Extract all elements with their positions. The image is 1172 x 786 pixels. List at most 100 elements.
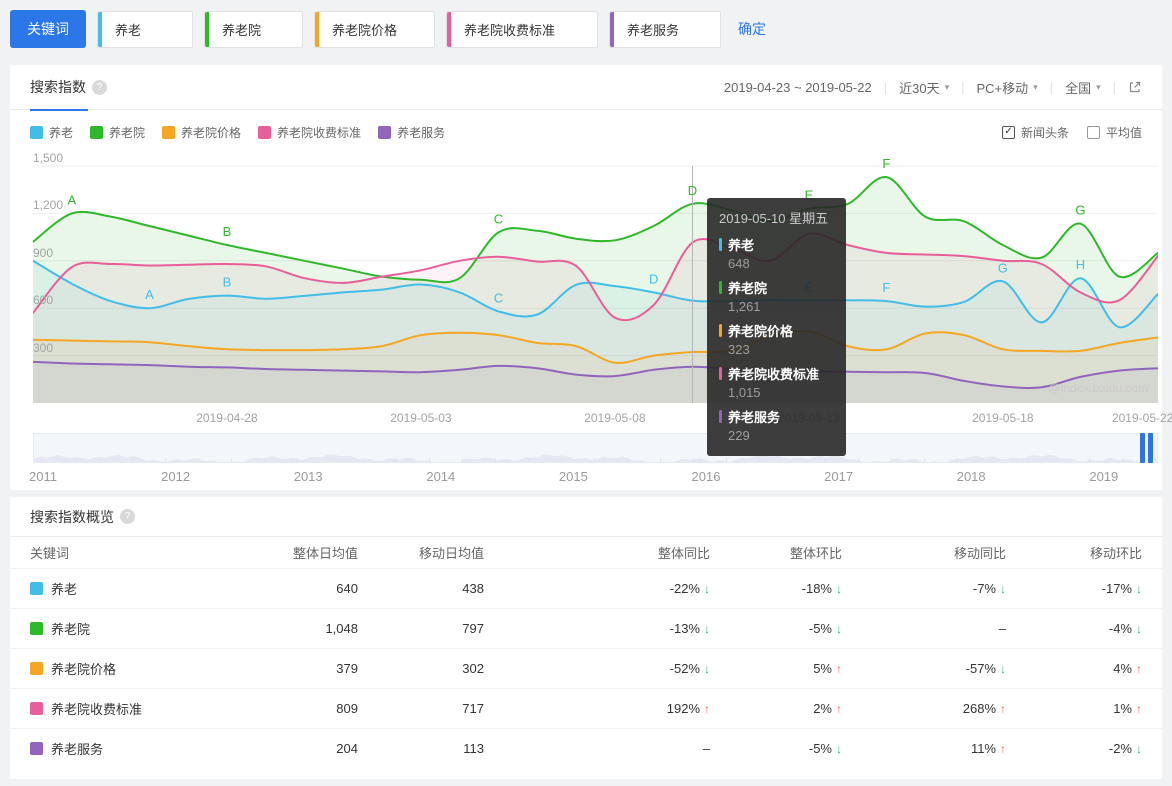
legend-item[interactable]: 养老服务: [378, 124, 445, 141]
timeline-year: 2012: [161, 469, 191, 484]
news-marker-C[interactable]: C: [494, 290, 503, 305]
help-icon[interactable]: ?: [120, 509, 135, 524]
legend-item[interactable]: 养老: [30, 124, 73, 141]
tooltip-color-bar: [719, 367, 722, 380]
keyword-swatch: [30, 622, 43, 635]
legend-item[interactable]: 养老院价格: [162, 124, 241, 141]
news-marker-D[interactable]: D: [688, 183, 697, 198]
table-row[interactable]: 养老服务 204 113 – -5% ↓ 11% ↑ -2% ↓: [10, 728, 1162, 768]
pct-value: -18%: [801, 581, 832, 596]
y-axis-label: 300: [33, 340, 54, 355]
help-icon[interactable]: ?: [92, 79, 107, 95]
keyword-cell: 养老服务: [30, 739, 270, 758]
confirm-button[interactable]: 确定: [738, 19, 766, 39]
device-select[interactable]: PC+移动 ▾: [976, 78, 1037, 97]
arrow-down-icon: ↓: [1136, 742, 1142, 756]
slider-handle-left[interactable]: [1140, 433, 1145, 463]
keyword-input[interactable]: 养老院: [204, 10, 303, 48]
tooltip-item: 养老院收费标准 1,015: [719, 364, 834, 400]
news-marker-F[interactable]: F: [882, 280, 890, 295]
mobile-mom-cell: -17% ↓: [1006, 581, 1142, 596]
tooltip-value: 323: [728, 342, 750, 357]
tooltip-name-text: 养老: [728, 238, 755, 253]
mobile-avg-cell: 438: [462, 581, 484, 596]
mobile-mom-cell: -2% ↓: [1006, 741, 1142, 756]
pct-value: 268%: [962, 701, 996, 716]
news-headline-toggle[interactable]: ✓ 新闻头条: [1001, 124, 1069, 141]
table-header-row: 关键词 整体日均值 移动日均值 整体同比 整体环比 移动同比 移动环比: [10, 537, 1162, 568]
news-marker-C[interactable]: C: [494, 211, 503, 226]
keyword-input[interactable]: 养老院价格: [314, 10, 435, 48]
mobile-mom-cell: 4% ↑: [1006, 661, 1142, 676]
col-header-mobile-avg: 移动日均值: [418, 546, 484, 561]
news-marker-A[interactable]: A: [67, 192, 76, 207]
region-select[interactable]: 全国 ▾: [1065, 78, 1101, 97]
news-marker-A[interactable]: A: [145, 287, 154, 302]
overall-avg-cell: 204: [336, 741, 358, 756]
pct-value: –: [702, 741, 710, 756]
x-axis-label: 2019-05-03: [390, 411, 452, 425]
arrow-down-icon: ↓: [1136, 622, 1142, 636]
news-marker-D[interactable]: D: [649, 271, 658, 286]
divider: |: [961, 79, 965, 95]
slider-handle-right[interactable]: [1148, 433, 1153, 463]
keyword-name: 养老院价格: [51, 662, 117, 677]
news-marker-B[interactable]: B: [223, 224, 232, 239]
timeline-year: 2014: [426, 469, 456, 484]
y-axis-label: 1,500: [33, 151, 64, 165]
table-row[interactable]: 养老院收费标准 809 717 192% ↑ 2% ↑ 268% ↑ 1% ↑: [10, 688, 1162, 728]
chart-filters: 2019-04-23 ~ 2019-05-22 | 近30天 ▾ | PC+移动…: [724, 78, 1142, 97]
tooltip-value: 229: [728, 428, 750, 443]
timeline-year: 2017: [824, 469, 854, 484]
tooltip-color-bar: [719, 324, 722, 337]
time-range-select[interactable]: 近30天 ▾: [899, 78, 949, 97]
tooltip-item: 养老服务 229: [719, 407, 834, 443]
table-row[interactable]: 养老 640 438 -22% ↓ -18% ↓ -7% ↓ -17% ↓: [10, 568, 1162, 608]
keyword-swatch: [30, 662, 43, 675]
legend-label: 养老院价格: [181, 125, 242, 140]
table-row[interactable]: 养老院 1,048 797 -13% ↓ -5% ↓ – -4% ↓: [10, 608, 1162, 648]
news-marker-G[interactable]: G: [998, 260, 1008, 275]
tab-search-index[interactable]: 搜索指数 ?: [30, 65, 107, 111]
mobile-mom-cell: 1% ↑: [1006, 701, 1142, 716]
checkbox-average[interactable]: [1086, 125, 1100, 139]
arrow-up-icon: ↑: [1136, 662, 1142, 676]
mobile-yoy-cell: –: [842, 621, 1006, 636]
keyword-text: 养老服务: [627, 22, 680, 38]
checkbox-news[interactable]: ✓: [1001, 125, 1015, 139]
col-header-overall-mom: 整体环比: [789, 546, 842, 561]
legend-item[interactable]: 养老院收费标准: [258, 124, 361, 141]
keyword-inputs: 养老 养老院 养老院价格 养老院收费标准 养老服务: [86, 10, 721, 48]
news-marker-F[interactable]: F: [882, 156, 890, 171]
legend-swatch: [378, 125, 392, 139]
keyword-input[interactable]: 养老: [97, 10, 193, 48]
trend-chart[interactable]: ABCDEFGHABCDEFG3006009001,2001,500: [32, 151, 1159, 407]
tooltip-name-text: 养老院收费标准: [728, 367, 820, 382]
x-axis-label: 2019-05-22: [1111, 411, 1172, 425]
legend-swatch: [90, 125, 104, 139]
overall-yoy-cell: -52% ↓: [484, 661, 710, 676]
tooltip-item: 养老院价格 323: [719, 321, 834, 357]
news-toggle-label: 新闻头条: [1020, 125, 1069, 140]
timeline-slider[interactable]: [33, 433, 1158, 464]
tooltip-name-text: 养老院价格: [728, 324, 794, 339]
legend-item[interactable]: 养老院: [90, 124, 145, 141]
keyword-label-button[interactable]: 关键词: [10, 10, 86, 48]
x-axis-label: 2019-04-28: [196, 411, 258, 425]
keyword-input[interactable]: 养老院收费标准: [446, 10, 598, 48]
keyword-input[interactable]: 养老服务: [609, 10, 721, 48]
overall-mom-cell: -5% ↓: [710, 741, 842, 756]
news-marker-H[interactable]: H: [1076, 257, 1085, 272]
overview-header: 搜索指数概览 ?: [10, 497, 1162, 537]
keyword-cell: 养老院: [30, 619, 270, 638]
chevron-down-icon: ▾: [1096, 81, 1101, 92]
open-in-new-icon[interactable]: [1128, 80, 1142, 94]
mobile-yoy-cell: 11% ↑: [842, 741, 1006, 756]
pct-value: –: [998, 621, 1006, 636]
overall-yoy-cell: -22% ↓: [484, 581, 710, 596]
average-toggle[interactable]: 平均值: [1086, 124, 1142, 141]
news-marker-G[interactable]: G: [1075, 203, 1085, 218]
table-row[interactable]: 养老院价格 379 302 -52% ↓ 5% ↑ -57% ↓ 4% ↑: [10, 648, 1162, 688]
overall-yoy-cell: 192% ↑: [484, 701, 710, 716]
news-marker-B[interactable]: B: [223, 275, 232, 290]
